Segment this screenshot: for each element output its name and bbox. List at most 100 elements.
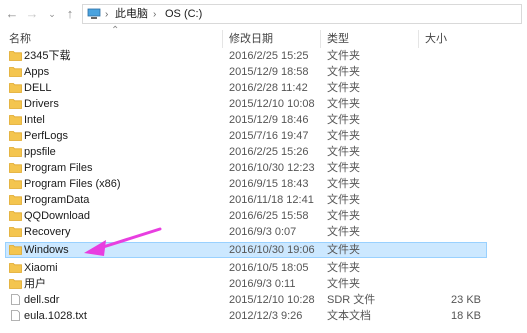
file-row[interactable]: 用户 2016/9/3 0:11 文件夹 xyxy=(0,276,527,292)
folder-icon xyxy=(9,131,22,141)
file-type: 文件夹 xyxy=(327,244,360,256)
file-modified-date: 2016/10/30 19:06 xyxy=(229,244,315,256)
file-type: 文件夹 xyxy=(327,50,360,62)
file-row[interactable]: QQDownload 2016/6/25 15:58 文件夹 xyxy=(0,208,527,224)
column-header-type[interactable]: 类型 xyxy=(327,33,349,46)
file-row[interactable]: dell.sdr 2015/12/10 10:28 SDR 文件 23 KB xyxy=(0,292,527,308)
file-modified-date: 2016/9/3 0:07 xyxy=(229,226,297,238)
file-modified-date: 2016/6/25 15:58 xyxy=(229,210,309,222)
folder-icon xyxy=(9,147,22,157)
file-name: Recovery xyxy=(24,226,71,238)
folder-icon xyxy=(9,179,22,189)
file-name: ProgramData xyxy=(24,194,90,206)
this-pc-icon xyxy=(87,8,101,19)
file-type: 文件夹 xyxy=(327,146,360,158)
file-modified-date: 2015/7/16 19:47 xyxy=(229,130,309,142)
file-row[interactable]: Xiaomi 2016/10/5 18:05 文件夹 xyxy=(0,260,527,276)
file-type: 文件夹 xyxy=(327,226,360,238)
folder-icon xyxy=(9,245,22,255)
file-name: dell.sdr xyxy=(24,294,60,306)
folder-icon xyxy=(9,51,22,61)
folder-icon xyxy=(9,195,22,205)
folder-icon xyxy=(9,99,22,109)
folder-icon xyxy=(9,211,22,221)
file-row[interactable]: Apps 2015/12/9 18:58 文件夹 xyxy=(0,64,527,80)
folder-icon xyxy=(9,163,22,173)
file-modified-date: 2015/12/9 18:46 xyxy=(229,114,309,126)
file-name: Drivers xyxy=(24,98,59,110)
folder-icon xyxy=(9,115,22,125)
file-row[interactable]: ppsfile 2016/2/25 15:26 文件夹 xyxy=(0,144,527,160)
file-size: 18 KB xyxy=(451,310,481,322)
file-row-selected[interactable]: Windows 2016/10/30 19:06 文件夹 xyxy=(0,242,527,258)
document-icon xyxy=(11,294,20,305)
column-header-row: 名称 修改日期 类型 大小 xyxy=(0,30,527,48)
file-name: Xiaomi xyxy=(24,262,58,274)
arrow-up-icon[interactable]: ↑ xyxy=(62,6,78,22)
file-modified-date: 2015/12/10 10:08 xyxy=(229,98,315,110)
file-modified-date: 2012/12/3 9:26 xyxy=(229,310,303,322)
file-row[interactable]: Program Files (x86) 2016/9/15 18:43 文件夹 xyxy=(0,176,527,192)
document-icon xyxy=(11,310,20,321)
column-divider[interactable] xyxy=(222,30,223,48)
file-row[interactable]: 2345下载 2016/2/25 15:25 文件夹 xyxy=(0,48,527,64)
file-row[interactable]: Recovery 2016/9/3 0:07 文件夹 xyxy=(0,224,527,240)
file-name: ppsfile xyxy=(24,146,56,158)
folder-icon xyxy=(9,279,22,289)
file-row[interactable]: Program Files 2016/10/30 12:23 文件夹 xyxy=(0,160,527,176)
column-divider[interactable] xyxy=(320,30,321,48)
file-name: eula.1028.txt xyxy=(24,310,87,322)
file-type: 文件夹 xyxy=(327,114,360,126)
folder-icon xyxy=(9,227,22,237)
file-name: Apps xyxy=(24,66,50,78)
file-type: 文件夹 xyxy=(327,210,360,222)
column-header-name[interactable]: 名称 xyxy=(9,33,31,46)
file-modified-date: 2016/10/5 18:05 xyxy=(229,262,309,274)
breadcrumb-os-drive[interactable]: OS (C:) xyxy=(165,8,202,21)
column-divider[interactable] xyxy=(418,30,419,48)
file-name: Program Files (x86) xyxy=(24,178,121,190)
file-row[interactable]: Drivers 2015/12/10 10:08 文件夹 xyxy=(0,96,527,112)
address-bar[interactable]: › 此电脑 › OS (C:) xyxy=(82,4,522,24)
file-name: Windows xyxy=(24,244,69,256)
file-type: 文本文档 xyxy=(327,310,371,322)
file-type: 文件夹 xyxy=(327,82,360,94)
file-name: Program Files xyxy=(24,162,93,174)
folder-icon xyxy=(9,83,22,93)
folder-icon xyxy=(9,67,22,77)
file-size: 23 KB xyxy=(451,294,481,306)
file-modified-date: 2016/9/15 18:43 xyxy=(229,178,309,190)
file-name: 用户 xyxy=(24,278,46,290)
file-name: 2345下载 xyxy=(24,50,71,62)
file-type: 文件夹 xyxy=(327,194,360,206)
file-row[interactable]: DELL 2016/2/28 11:42 文件夹 xyxy=(0,80,527,96)
file-type: 文件夹 xyxy=(327,262,360,274)
file-type: 文件夹 xyxy=(327,278,360,290)
breadcrumb-this-pc[interactable]: 此电脑 xyxy=(115,8,148,21)
file-modified-date: 2016/11/18 12:41 xyxy=(229,194,314,206)
file-modified-date: 2016/2/25 15:26 xyxy=(229,146,309,158)
file-type: 文件夹 xyxy=(327,130,360,142)
chevron-down-icon[interactable]: ⌄ xyxy=(44,6,60,22)
column-header-date[interactable]: 修改日期 xyxy=(229,33,273,46)
file-type: 文件夹 xyxy=(327,162,360,174)
arrow-right-icon[interactable]: → xyxy=(24,6,40,22)
file-modified-date: 2015/12/9 18:58 xyxy=(229,66,309,78)
file-type: 文件夹 xyxy=(327,98,360,110)
file-row[interactable]: PerfLogs 2015/7/16 19:47 文件夹 xyxy=(0,128,527,144)
file-type: 文件夹 xyxy=(327,66,360,78)
file-modified-date: 2016/9/3 0:11 xyxy=(229,278,296,290)
file-name: Intel xyxy=(24,114,45,126)
file-modified-date: 2016/10/30 12:23 xyxy=(229,162,315,174)
file-name: QQDownload xyxy=(24,210,91,222)
file-row[interactable]: eula.1028.txt 2012/12/3 9:26 文本文档 18 KB xyxy=(0,308,527,324)
arrow-left-icon[interactable]: ← xyxy=(4,6,20,22)
breadcrumb-separator[interactable]: › xyxy=(153,8,156,21)
file-modified-date: 2016/2/28 11:42 xyxy=(229,82,308,94)
file-type: SDR 文件 xyxy=(327,294,376,306)
column-header-size[interactable]: 大小 xyxy=(425,33,447,46)
file-row[interactable]: Intel 2015/12/9 18:46 文件夹 xyxy=(0,112,527,128)
breadcrumb-separator[interactable]: › xyxy=(105,8,108,21)
file-row[interactable]: ProgramData 2016/11/18 12:41 文件夹 xyxy=(0,192,527,208)
navigation-bar: ← → ⌄ ↑ › 此电脑 › OS (C:) xyxy=(0,0,527,30)
